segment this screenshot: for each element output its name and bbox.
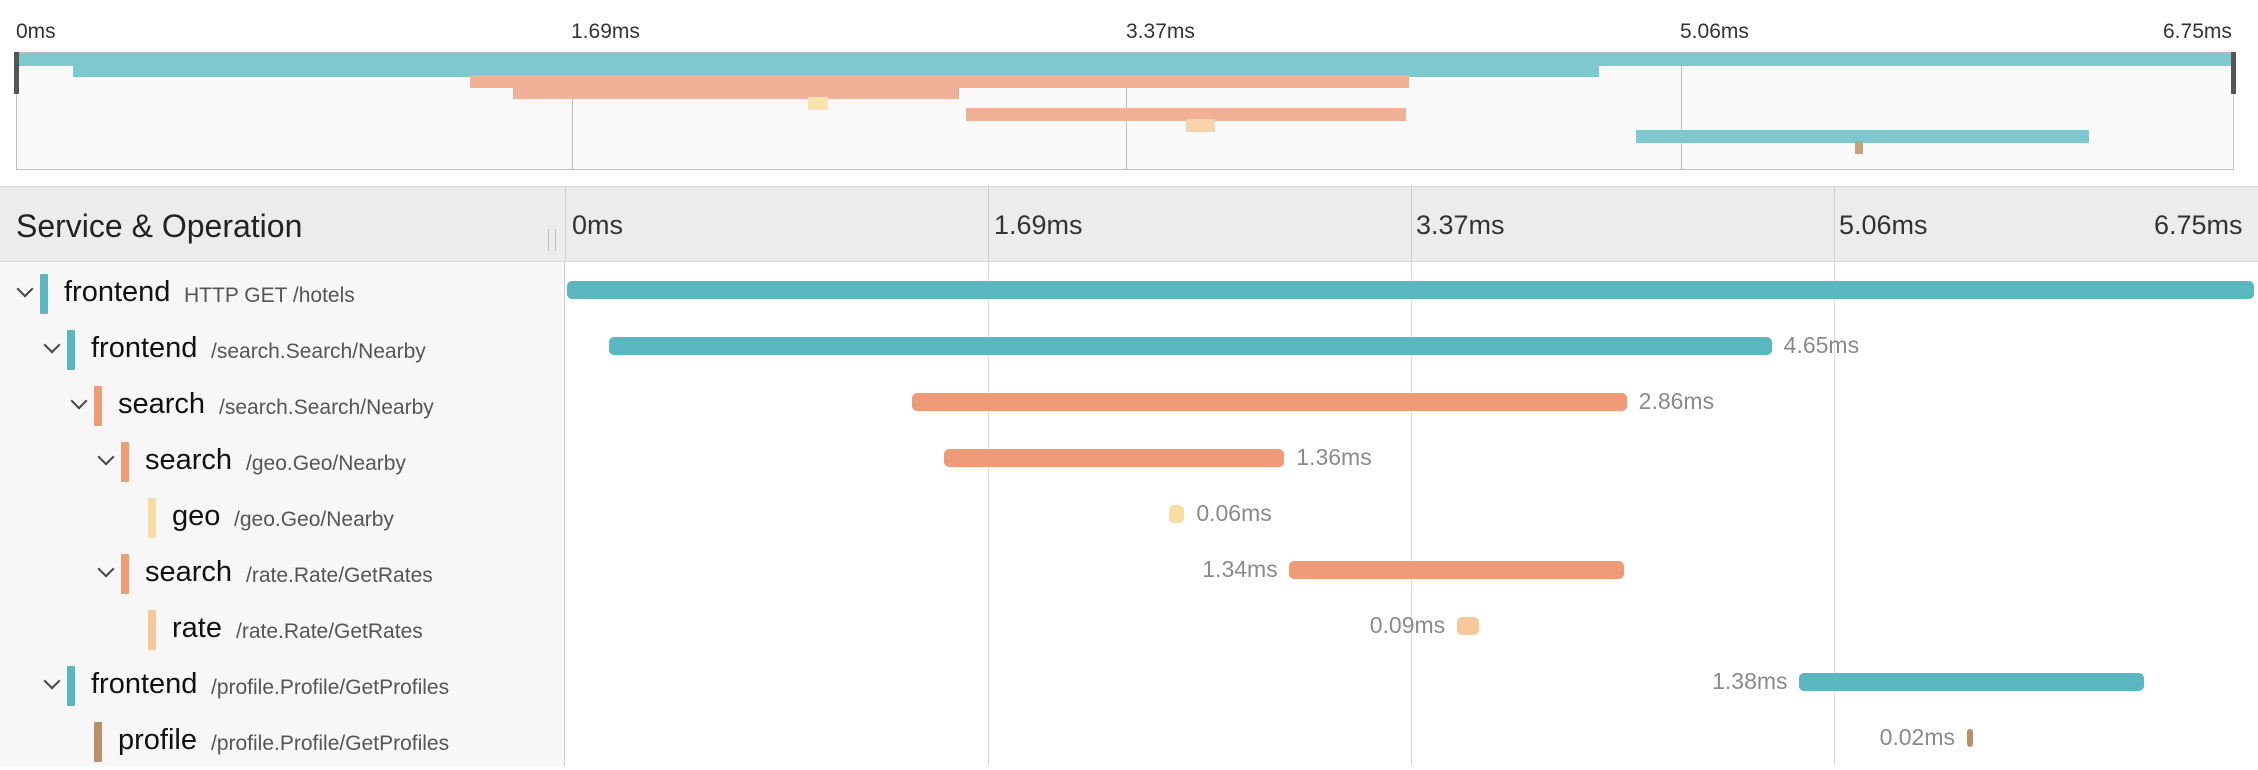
operation-name: /geo.Geo/Nearby: [246, 452, 406, 475]
service-name: search: [145, 444, 233, 476]
timeline-header: Service & Operation 0ms 1.69ms 3.37ms 5.…: [0, 186, 2258, 262]
operation-name: /rate.Rate/GetRates: [236, 620, 423, 643]
span-duration-label: 0.02ms: [1879, 724, 1956, 750]
span-bar[interactable]: [1289, 561, 1625, 579]
span-bar[interactable]: [911, 393, 1627, 411]
header-gridline: [1411, 187, 1412, 261]
operation-name: /geo.Geo/Nearby: [234, 508, 394, 531]
span-row[interactable]: profile/profile.Profile/GetProfiles: [0, 714, 565, 770]
span-row[interactable]: search/search.Search/Nearby: [0, 378, 565, 434]
header-tick-label: 0ms: [572, 210, 624, 240]
column-title-service-operation: Service & Operation: [16, 208, 303, 244]
service-color-indicator: [121, 554, 129, 594]
minimap-tick-label: 6.75ms: [2163, 20, 2232, 43]
service-name: frontend: [91, 332, 198, 364]
span-duration-label: 1.36ms: [1296, 444, 1372, 470]
service-color-indicator: [67, 666, 75, 706]
service-name: geo: [172, 500, 221, 532]
span-row[interactable]: rate/rate.Rate/GetRates: [0, 602, 565, 658]
span-bar[interactable]: [1456, 617, 1480, 635]
trace-minimap[interactable]: 0ms 1.69ms 3.37ms 5.06ms 6.75ms: [0, 0, 2258, 186]
chevron-down-icon[interactable]: [14, 280, 36, 302]
header-gridline: [988, 187, 989, 261]
service-name: rate: [172, 612, 222, 644]
header-gridline: [565, 187, 566, 261]
span-duration-label: 4.65ms: [1783, 332, 1860, 358]
minimap-tick-label: 1.69ms: [571, 20, 640, 43]
service-color-indicator: [40, 274, 48, 314]
span-row[interactable]: search/rate.Rate/GetRates: [0, 546, 565, 602]
chevron-down-icon[interactable]: [95, 448, 117, 470]
service-color-indicator: [94, 386, 102, 426]
span-row[interactable]: frontend/search.Search/Nearby: [0, 322, 565, 378]
span-duration-label: 0.06ms: [1196, 500, 1272, 526]
span-duration-label: 1.38ms: [1712, 668, 1788, 694]
header-tick-label: 6.75ms: [2154, 210, 2243, 240]
span-row[interactable]: frontend/profile.Profile/GetProfiles: [0, 658, 565, 714]
span-bar[interactable]: [1799, 673, 2145, 691]
service-color-indicator: [148, 610, 156, 650]
service-name: profile: [118, 724, 197, 756]
span-duration-label: 0.09ms: [1369, 612, 1446, 638]
chevron-down-icon[interactable]: [41, 336, 63, 358]
minimap-span-bar: [512, 86, 960, 99]
operation-name: /profile.Profile/GetProfiles: [211, 676, 450, 699]
service-name: search: [118, 388, 206, 420]
minimap-tick-label: 0ms: [16, 20, 56, 43]
service-color-indicator: [148, 498, 156, 538]
minimap-span-bar: [1855, 141, 1864, 154]
minimap-span-bar: [1185, 119, 1216, 132]
header-tick-label: 1.69ms: [994, 210, 1083, 240]
operation-name: /search.Search/Nearby: [211, 340, 426, 363]
span-bar[interactable]: [1169, 505, 1185, 523]
minimap-track[interactable]: [16, 52, 2234, 170]
minimap-tick-label: 5.06ms: [1680, 20, 1749, 43]
service-name: frontend: [91, 668, 198, 700]
minimap-tick-label: 3.37ms: [1126, 20, 1195, 43]
column-resizer[interactable]: [548, 229, 556, 251]
minimap-right-handle[interactable]: [2231, 52, 2236, 94]
span-duration-label: 2.86ms: [1638, 388, 1715, 414]
chevron-down-icon[interactable]: [41, 672, 63, 694]
operation-name: /search.Search/Nearby: [219, 396, 434, 419]
chevron-down-icon[interactable]: [68, 392, 90, 414]
minimap-left-handle[interactable]: [14, 52, 19, 94]
span-row[interactable]: geo/geo.Geo/Nearby: [0, 490, 565, 546]
minimap-gridline: [1681, 53, 1682, 169]
span-duration-label: 1.34ms: [1202, 556, 1278, 582]
span-row[interactable]: frontend HTTP GET /hotels: [0, 266, 565, 322]
operation-name: HTTP GET /hotels: [184, 284, 355, 307]
span-row[interactable]: search/geo.Geo/Nearby: [0, 434, 565, 490]
service-color-indicator: [121, 442, 129, 482]
header-tick-label: 5.06ms: [1839, 210, 1928, 240]
service-name: search: [145, 556, 233, 588]
span-bar[interactable]: [567, 281, 2254, 299]
span-bar[interactable]: [609, 337, 1772, 355]
service-name: frontend: [64, 276, 171, 308]
service-color-indicator: [94, 722, 102, 762]
header-tick-label: 3.37ms: [1416, 210, 1505, 240]
minimap-span-bar: [808, 97, 828, 110]
chevron-down-icon[interactable]: [95, 560, 117, 582]
header-gridline: [1834, 187, 1835, 261]
span-bar[interactable]: [1966, 729, 1973, 747]
span-bar[interactable]: [944, 449, 1285, 467]
service-color-indicator: [67, 330, 75, 370]
span-tree: frontend HTTP GET /hotels frontend/search.…: [0, 262, 565, 766]
operation-name: /profile.Profile/GetProfiles: [211, 732, 450, 755]
operation-name: /rate.Rate/GetRates: [246, 564, 433, 587]
span-timeline: 4.65ms 2.86ms 1.36ms 0.06ms 1.34ms 0.09ms 1.38…: [565, 262, 2258, 766]
